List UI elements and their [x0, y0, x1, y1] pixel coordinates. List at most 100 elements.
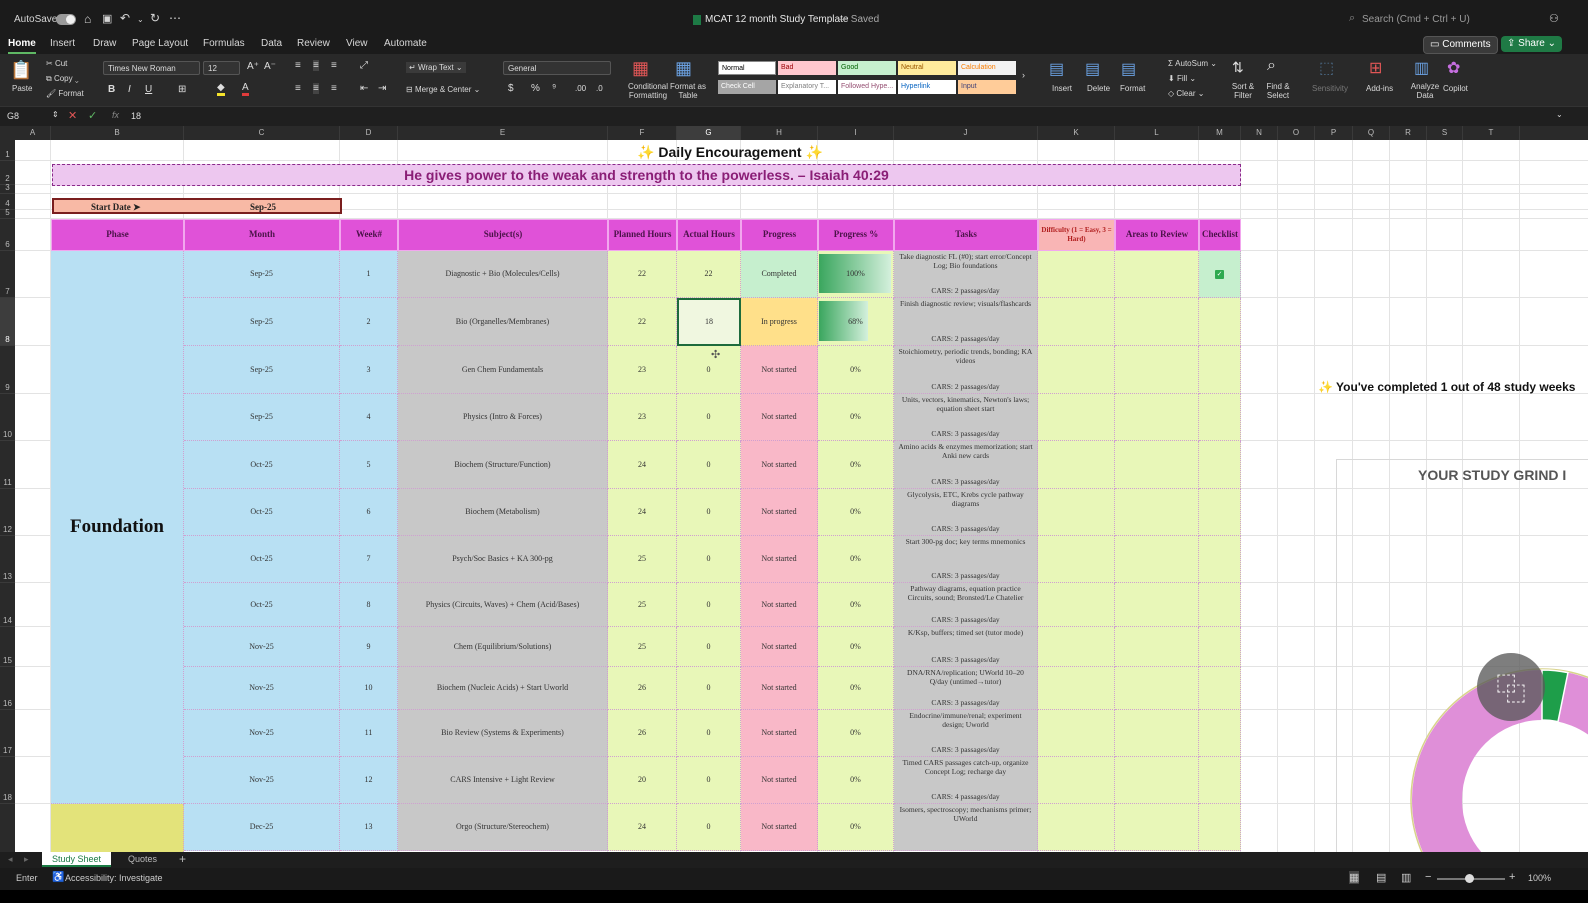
header-month[interactable]: Month	[184, 219, 340, 251]
week-cell[interactable]: 10	[340, 667, 398, 710]
name-box-dropdown-icon[interactable]: ⇕	[52, 110, 59, 119]
difficulty-cell[interactable]	[1038, 346, 1115, 394]
column-header-p[interactable]: P	[1315, 126, 1353, 140]
column-header-d[interactable]: D	[340, 126, 398, 140]
progress-cell[interactable]: Not started	[741, 804, 818, 851]
bold-icon[interactable]: B	[108, 84, 115, 95]
month-cell[interactable]: Dec-25	[184, 804, 340, 851]
column-header-n[interactable]: N	[1241, 126, 1278, 140]
planned-hours-cell[interactable]: 22	[608, 298, 677, 346]
areas-review-cell[interactable]	[1115, 710, 1199, 757]
subject-cell[interactable]: Biochem (Metabolism)	[398, 489, 608, 536]
difficulty-cell[interactable]	[1038, 298, 1115, 346]
week-cell[interactable]: 13	[340, 804, 398, 851]
difficulty-cell[interactable]	[1038, 441, 1115, 489]
autosave-toggle[interactable]	[56, 14, 76, 25]
add-sheet-icon[interactable]: +	[179, 852, 186, 866]
home-icon[interactable]: ⌂	[84, 12, 91, 26]
tasks-cell[interactable]: Take diagnostic FL (#0); start error/Con…	[894, 251, 1038, 298]
tab-home[interactable]: Home	[8, 38, 36, 54]
subject-cell[interactable]: Diagnostic + Bio (Molecules/Cells)	[398, 251, 608, 298]
header-phase[interactable]: Phase	[51, 219, 184, 251]
insert-cells-icon[interactable]: ▤	[1049, 59, 1064, 79]
borders-icon[interactable]: ⊞	[178, 84, 186, 95]
conditional-formatting-icon[interactable]: ▦	[632, 58, 649, 79]
week-cell[interactable]: 7	[340, 536, 398, 583]
month-cell[interactable]: Sep-25	[184, 298, 340, 346]
row-header-5[interactable]: 5	[0, 208, 15, 219]
header-progress[interactable]: Progress	[741, 219, 818, 251]
currency-icon[interactable]: $	[508, 83, 514, 94]
progress-percent-cell[interactable]: 0%	[818, 627, 894, 667]
areas-review-cell[interactable]	[1115, 441, 1199, 489]
tasks-cell[interactable]: Units, vectors, kinematics, Newton's law…	[894, 394, 1038, 441]
checklist-cell[interactable]: ✓	[1199, 251, 1241, 298]
row-header-13[interactable]: 13	[0, 536, 15, 583]
planned-hours-cell[interactable]: 24	[608, 804, 677, 851]
planned-hours-cell[interactable]: 25	[608, 536, 677, 583]
areas-review-cell[interactable]	[1115, 804, 1199, 851]
tab-draw[interactable]: Draw	[93, 38, 116, 49]
tab-review[interactable]: Review	[297, 38, 330, 49]
progress-percent-cell[interactable]: 0%	[818, 346, 894, 394]
planned-hours-cell[interactable]: 24	[608, 489, 677, 536]
header-actual-hours[interactable]: Actual Hours	[677, 219, 741, 251]
worksheet[interactable]: ✨ Daily Encouragement ✨ He gives power t…	[15, 140, 1588, 852]
account-icon[interactable]: ⚇	[1549, 12, 1559, 25]
checklist-cell[interactable]	[1199, 710, 1241, 757]
progress-percent-cell[interactable]: 0%	[818, 710, 894, 757]
planned-hours-cell[interactable]: 26	[608, 667, 677, 710]
tasks-cell[interactable]: Finish diagnostic review; visuals/flashc…	[894, 298, 1038, 346]
cut-button[interactable]: ✂ Cut	[46, 59, 67, 68]
actual-hours-cell[interactable]: 0	[677, 536, 741, 583]
fill-button[interactable]: ⬇ Fill ⌄	[1168, 74, 1196, 83]
progress-cell[interactable]: Not started	[741, 536, 818, 583]
checklist-cell[interactable]	[1199, 583, 1241, 627]
actual-hours-cell[interactable]: 0	[677, 441, 741, 489]
difficulty-cell[interactable]	[1038, 757, 1115, 804]
header-tasks[interactable]: Tasks	[894, 219, 1038, 251]
planned-hours-cell[interactable]: 24	[608, 441, 677, 489]
analyze-data-label[interactable]: Analyze Data	[1410, 82, 1440, 100]
row-header-16[interactable]: 16	[0, 667, 15, 710]
week-cell[interactable]: 2	[340, 298, 398, 346]
progress-percent-cell[interactable]: 0%	[818, 536, 894, 583]
align-bottom-icon[interactable]: ≡	[331, 60, 337, 71]
planned-hours-cell[interactable]: 20	[608, 757, 677, 804]
prev-sheet-icon[interactable]: ◂	[8, 854, 13, 865]
increase-font-icon[interactable]: A⁺	[247, 61, 259, 72]
clear-button[interactable]: ◇ Clear ⌄	[1168, 89, 1204, 98]
row-header-11[interactable]: 11	[0, 441, 15, 489]
accessibility-status[interactable]: Accessibility: Investigate	[65, 873, 163, 883]
row-header-18[interactable]: 18	[0, 757, 15, 804]
checklist-cell[interactable]	[1199, 757, 1241, 804]
progress-cell[interactable]: Completed	[741, 251, 818, 298]
column-header-r[interactable]: R	[1390, 126, 1427, 140]
actual-hours-cell[interactable]: 18	[677, 298, 741, 346]
format-cells-label[interactable]: Format	[1120, 84, 1145, 93]
wrap-text-button[interactable]: ↵ Wrap Text ⌄	[406, 62, 466, 73]
decrease-font-icon[interactable]: A⁻	[264, 61, 276, 72]
addins-icon[interactable]: ⊞	[1369, 58, 1382, 78]
subject-cell[interactable]: Chem (Equilibrium/Solutions)	[398, 627, 608, 667]
cancel-icon[interactable]: ✕	[68, 109, 77, 122]
row-header-1[interactable]: 1	[0, 140, 15, 161]
next-sheet-icon[interactable]: ▸	[24, 854, 29, 865]
normal-view-icon[interactable]: ▦	[1349, 871, 1360, 884]
month-cell[interactable]: Sep-25	[184, 394, 340, 441]
cell-style-hyperlink[interactable]: Hyperlink	[898, 80, 956, 94]
planned-hours-cell[interactable]: 25	[608, 583, 677, 627]
row-header-8[interactable]: 8	[0, 298, 15, 346]
cell-style-explanatory-t[interactable]: Explanatory T...	[778, 80, 836, 94]
increase-decimal-icon[interactable]: .00	[575, 84, 586, 93]
tasks-cell[interactable]: Amino acids & enzymes memorization; star…	[894, 441, 1038, 489]
zoom-in-icon[interactable]: +	[1509, 871, 1515, 883]
phase-next[interactable]	[51, 804, 184, 852]
tab-insert[interactable]: Insert	[50, 38, 75, 49]
phase-foundation[interactable]: Foundation	[51, 251, 184, 804]
week-cell[interactable]: 6	[340, 489, 398, 536]
save-icon[interactable]: ▣	[102, 12, 112, 25]
column-header-o[interactable]: O	[1278, 126, 1315, 140]
checklist-cell[interactable]	[1199, 346, 1241, 394]
areas-review-cell[interactable]	[1115, 667, 1199, 710]
